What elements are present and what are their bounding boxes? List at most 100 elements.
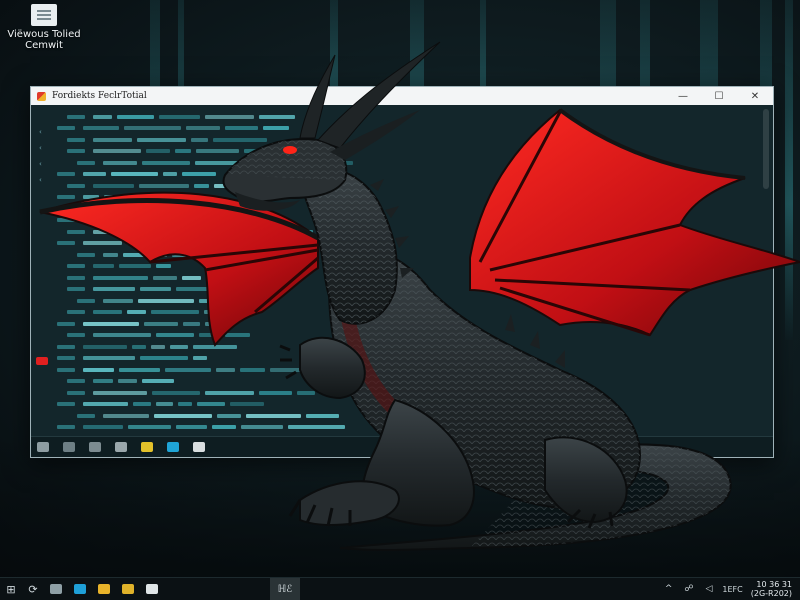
code-token	[156, 402, 173, 406]
code-editor[interactable]: ‹ ‹ ‹ ‹	[31, 105, 773, 452]
up-icon[interactable]	[63, 442, 75, 452]
code-token	[180, 241, 214, 245]
code-token	[151, 310, 199, 314]
code-token	[93, 310, 122, 314]
code-line	[57, 238, 753, 249]
code-token	[83, 402, 128, 406]
desktop: { "desktop": { "icon": { "icon": "file-i…	[0, 0, 800, 600]
code-line	[57, 134, 753, 145]
code-line	[57, 226, 753, 237]
code-token	[259, 390, 292, 395]
disk-icon[interactable]	[193, 442, 205, 452]
window-titlebar[interactable]: Fordiekts FeclrTotial — ☐ ✕	[31, 87, 773, 105]
line-number	[77, 298, 95, 303]
code-line	[57, 376, 753, 387]
code-token	[186, 126, 220, 130]
code-token	[240, 241, 299, 245]
code-token	[93, 229, 148, 234]
code-token	[304, 241, 349, 245]
code-token	[119, 264, 151, 268]
code-token	[93, 275, 148, 280]
folder-icon[interactable]	[89, 442, 101, 452]
code-line	[57, 422, 753, 433]
code-token	[199, 298, 245, 303]
code-line	[57, 284, 753, 295]
minimize-button[interactable]: —	[665, 87, 701, 105]
line-number	[57, 425, 75, 429]
desktop-shortcut-sublabel: Cemwit	[25, 40, 63, 51]
note-icon[interactable]	[141, 442, 153, 452]
code-token	[83, 241, 122, 245]
chevron-up-icon[interactable]: ^	[665, 584, 673, 594]
code-token	[118, 379, 137, 383]
maximize-button[interactable]: ☐	[701, 87, 737, 105]
code-line	[57, 157, 753, 168]
code-token	[196, 149, 239, 153]
browser-icon[interactable]	[68, 578, 92, 600]
explorer-icon[interactable]	[92, 578, 116, 600]
line-number	[67, 114, 85, 119]
line-number	[57, 356, 75, 360]
store-icon[interactable]	[116, 578, 140, 600]
code-token	[93, 114, 112, 119]
desktop-shortcut[interactable]: Viëwous Tolied Cemwit	[6, 4, 82, 51]
volume-icon[interactable]: ◁	[705, 584, 712, 594]
code-token	[183, 321, 200, 326]
code-token	[83, 321, 139, 326]
code-token	[103, 413, 149, 418]
editor-toolbar	[31, 436, 773, 457]
close-button[interactable]: ✕	[737, 87, 773, 105]
fold-marker-icon: ‹	[39, 160, 42, 168]
code-line	[57, 249, 753, 260]
monitor-icon[interactable]	[37, 442, 49, 452]
code-token	[213, 287, 233, 291]
code-token	[191, 137, 208, 142]
code-token	[259, 114, 295, 119]
windows-icon[interactable]: ⊞	[0, 578, 22, 600]
code-token	[156, 333, 194, 337]
display-icon[interactable]	[115, 442, 127, 452]
network-icon[interactable]: ☍	[684, 584, 693, 594]
language-indicator[interactable]: 1EFC	[722, 585, 742, 594]
task-view-icon[interactable]	[44, 578, 68, 600]
line-number	[67, 390, 85, 395]
window-title: Fordiekts FeclrTotial	[52, 91, 147, 101]
breakpoint-icon[interactable]	[36, 357, 48, 365]
system-tray: ^ ☍ ◁ 1EFC 10 36 31 (2G-R202)	[659, 578, 800, 600]
vertical-scrollbar[interactable]	[763, 109, 769, 189]
code-token	[127, 241, 175, 245]
code-lines	[57, 111, 753, 456]
code-token	[199, 333, 220, 337]
calendar-icon[interactable]	[140, 578, 164, 600]
code-token	[159, 114, 200, 119]
code-token	[151, 344, 165, 349]
terminal-icon[interactable]	[167, 442, 179, 452]
line-number	[57, 195, 75, 199]
code-token	[241, 425, 283, 429]
code-token	[103, 160, 137, 165]
code-line	[57, 318, 753, 329]
code-token	[93, 390, 147, 395]
active-app-button[interactable]: ℍℰ	[270, 578, 300, 600]
code-token	[137, 137, 186, 142]
code-token	[124, 126, 181, 130]
line-number	[67, 379, 85, 383]
clock[interactable]: 10 36 31 (2G-R202)	[751, 580, 792, 598]
code-token	[193, 344, 237, 349]
line-number	[57, 344, 75, 349]
code-token	[112, 206, 159, 211]
code-token	[117, 114, 154, 119]
code-token	[152, 390, 200, 395]
editor-window[interactable]: Fordiekts FeclrTotial — ☐ ✕ ‹ ‹ ‹ ‹	[30, 86, 774, 458]
code-token	[318, 229, 361, 234]
code-token	[132, 344, 146, 349]
code-token	[230, 402, 264, 406]
search-button[interactable]: ⟳	[22, 578, 44, 600]
code-line	[57, 295, 753, 306]
code-token	[205, 321, 230, 326]
code-token	[164, 206, 210, 211]
code-token	[83, 367, 114, 372]
code-token	[183, 195, 200, 199]
code-token	[214, 183, 260, 188]
fold-marker-icon: ‹	[39, 144, 42, 152]
